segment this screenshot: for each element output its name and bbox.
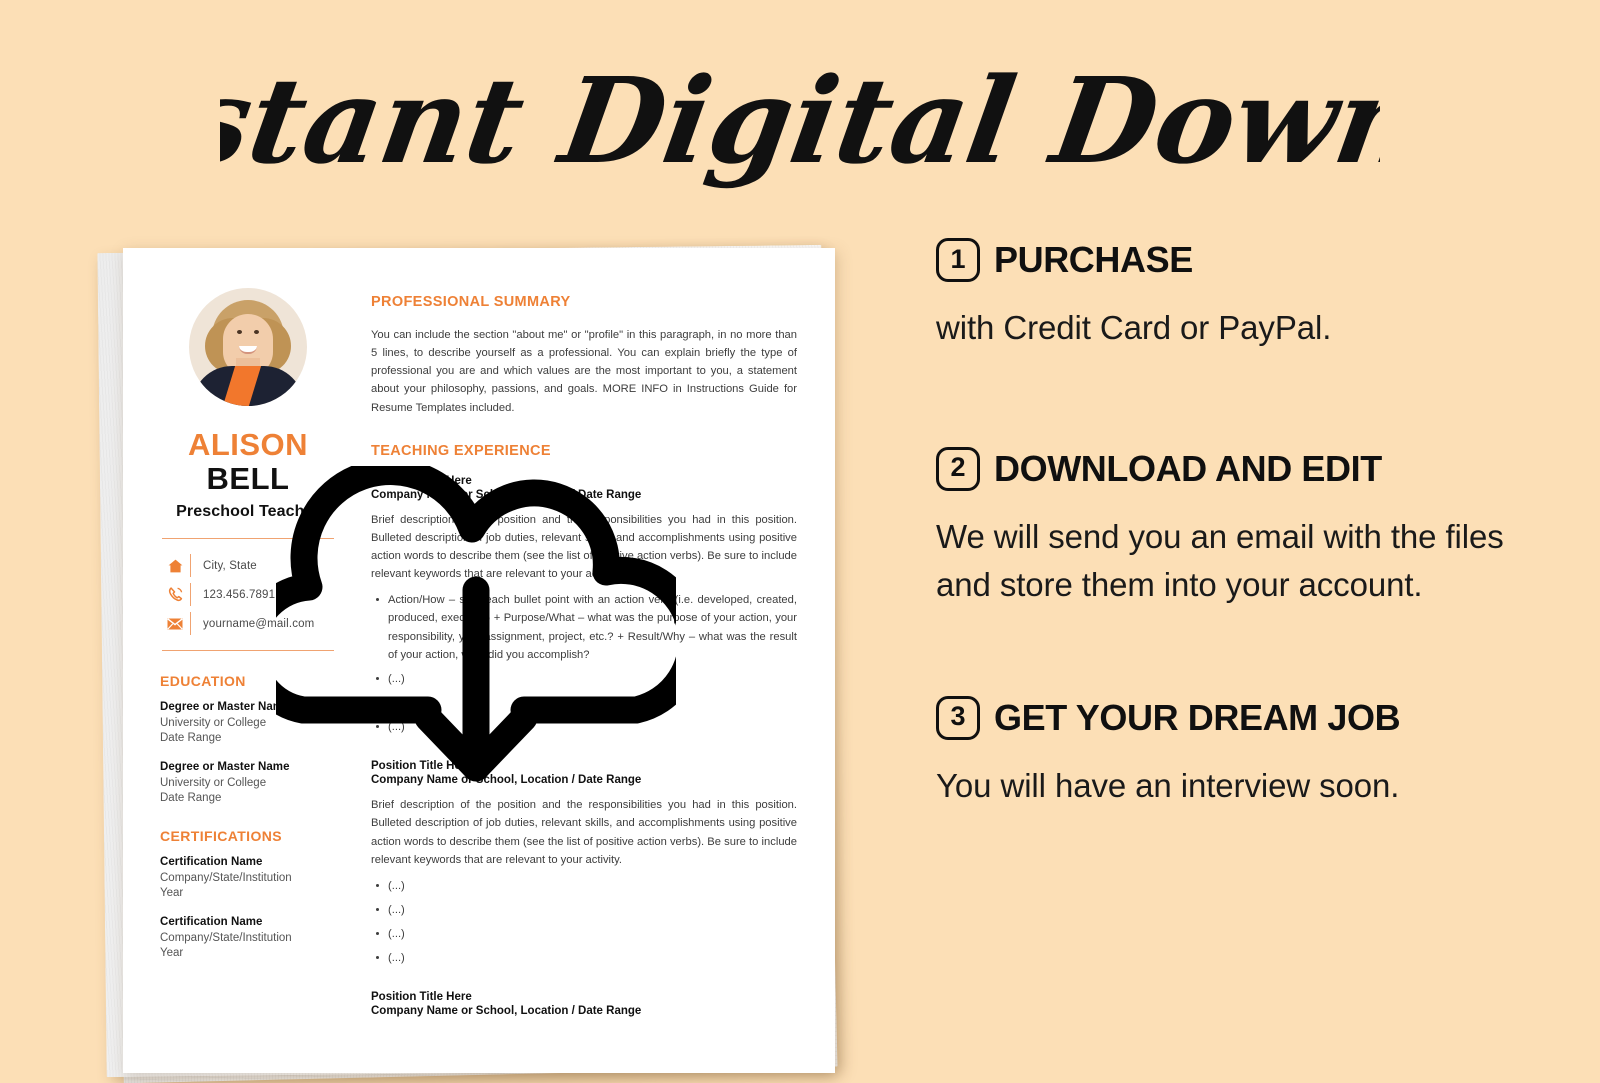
resume-paper-stack: ALISON BELL Preschool Teacher City, Stat…	[86, 243, 846, 1083]
job-title: Position Title Here	[371, 760, 472, 773]
certification-year: Year	[160, 886, 184, 899]
contact-row-location: City, State	[160, 551, 336, 580]
summary-paragraph: You can include the section "about me" o…	[371, 329, 797, 414]
job-title: Position Title Here	[371, 474, 472, 487]
step-1: 1 PURCHASE with Credit Card or PayPal.	[936, 238, 1536, 353]
home-icon	[160, 559, 190, 573]
section-heading-summary: PROFESSIONAL SUMMARY	[371, 294, 571, 310]
certification-year: Year	[160, 947, 184, 960]
job-bullet: (...)	[375, 925, 797, 943]
step-2-header: 2 DOWNLOAD AND EDIT	[936, 446, 1536, 491]
certification-name: Certification Name	[160, 916, 263, 929]
avatar-eye-right	[254, 330, 259, 334]
avatar-eye-left	[237, 330, 242, 334]
experience-entry: Position Title Here Company Name or Scho…	[371, 991, 797, 1017]
resume-job-role: Preschool Teacher	[176, 503, 320, 521]
step-2-body: We will send you an email with the files…	[936, 517, 1504, 604]
envelope-icon	[160, 617, 190, 630]
contact-divider	[190, 583, 191, 607]
job-subtitle: Company Name or School, Location / Date …	[371, 1005, 642, 1018]
contact-location-text: City, State	[203, 559, 257, 572]
certification-entry: Certification Name Company/State/Institu…	[160, 916, 336, 960]
section-heading-experience: TEACHING EXPERIENCE	[371, 442, 551, 459]
resume-main-column: PROFESSIONAL SUMMARY You can include the…	[358, 248, 835, 1073]
job-bullet: (...)	[375, 949, 797, 967]
job-bullet-list: Action/How – start each bullet point wit…	[375, 591, 797, 736]
contact-divider	[190, 612, 191, 636]
step-3-body: You will have an interview soon.	[936, 766, 1400, 804]
contact-email-text: yourname@mail.com	[203, 617, 315, 630]
job-subtitle: Company Name or School, Location / Date …	[371, 488, 642, 501]
resume-sidebar: ALISON BELL Preschool Teacher City, Stat…	[123, 248, 358, 1073]
step-1-body: with Credit Card or PayPal.	[936, 309, 1332, 346]
education-school: University or College	[160, 777, 267, 790]
headline-script-text: Instant Digital Download	[220, 53, 1380, 191]
step-2-number-badge: 2	[936, 446, 980, 491]
contact-divider	[190, 554, 191, 578]
job-bullet: (...)	[375, 718, 797, 736]
steps-panel: 1 PURCHASE with Credit Card or PayPal. 2…	[936, 238, 1536, 810]
divider-bottom	[162, 650, 334, 652]
contact-row-phone: 123.456.7891	[160, 580, 336, 609]
certification-issuer: Company/State/Institution	[160, 871, 292, 884]
education-entry: Degree or Master Name University or Coll…	[160, 761, 336, 805]
job-bullet: Action/How – start each bullet point wit…	[375, 591, 797, 664]
resume-last-name: BELL	[206, 461, 290, 497]
step-1-header: 1 PURCHASE	[936, 238, 1536, 282]
headline-label: Instant Digital Download	[220, 53, 1380, 191]
step-2: 2 DOWNLOAD AND EDIT We will send you an …	[936, 446, 1536, 610]
step-3-header: 3 GET YOUR DREAM JOB	[936, 695, 1536, 740]
education-entry: Degree or Master Name University or Coll…	[160, 701, 336, 745]
certification-name: Certification Name	[160, 855, 263, 868]
job-description: Brief description of the position and th…	[371, 799, 797, 866]
job-bullet: (...)	[375, 694, 797, 712]
job-bullet-list: (...) (...) (...) (...)	[375, 877, 797, 968]
step-2-title: DOWNLOAD AND EDIT	[994, 447, 1382, 489]
divider-top	[162, 538, 334, 540]
job-bullet: (...)	[375, 901, 797, 919]
certification-entry: Certification Name Company/State/Institu…	[160, 856, 336, 900]
education-degree: Degree or Master Name	[160, 701, 290, 714]
job-title: Position Title Here	[371, 991, 472, 1004]
headline-banner: Instant Digital Download	[0, 34, 1600, 209]
job-subtitle: Company Name or School, Location / Date …	[371, 774, 642, 787]
section-heading-education: EDUCATION	[160, 673, 246, 690]
avatar	[189, 288, 307, 406]
education-degree: Degree or Master Name	[160, 761, 290, 774]
job-description: Brief description of the position and th…	[371, 513, 797, 581]
step-3-title: GET YOUR DREAM JOB	[994, 696, 1401, 738]
job-bullet: (...)	[375, 670, 797, 688]
contact-phone-text: 123.456.7891	[203, 588, 276, 601]
step-1-title: PURCHASE	[994, 239, 1193, 280]
phone-icon	[160, 587, 190, 602]
step-1-number-badge: 1	[936, 238, 980, 282]
job-bullet: (...)	[375, 877, 797, 895]
education-dates: Date Range	[160, 731, 222, 744]
experience-entry: Position Title Here Company Name or Scho…	[371, 475, 797, 737]
education-dates: Date Range	[160, 792, 222, 805]
resume-first-name: ALISON	[187, 427, 309, 462]
experience-entry: Position Title Here Company Name or Scho…	[371, 760, 797, 967]
certification-issuer: Company/State/Institution	[160, 932, 292, 945]
section-heading-certifications: CERTIFICATIONS	[160, 827, 283, 844]
step-3-number-badge: 3	[936, 695, 980, 740]
contact-row-email: yourname@mail.com	[160, 609, 336, 638]
contact-list: City, State 123.456.7891 yourname@mail.c…	[160, 551, 336, 650]
education-school: University or College	[160, 717, 267, 730]
step-3: 3 GET YOUR DREAM JOB You will have an in…	[936, 695, 1536, 811]
resume-document: ALISON BELL Preschool Teacher City, Stat…	[123, 248, 835, 1073]
